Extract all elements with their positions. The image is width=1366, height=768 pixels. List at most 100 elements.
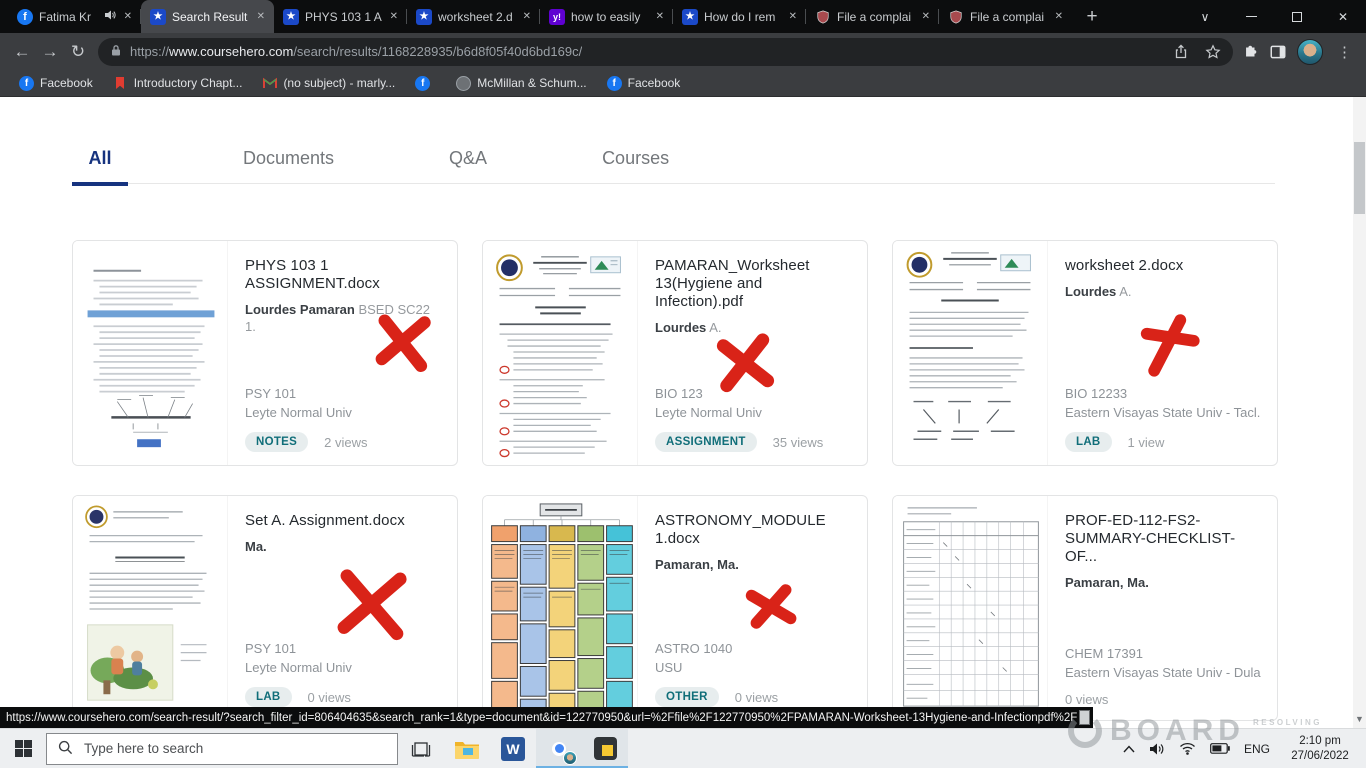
result-author: Ma.	[245, 539, 441, 556]
coursehero-icon: ★	[682, 9, 698, 25]
tab-close-icon[interactable]: ✕	[787, 9, 799, 24]
doc-type-badge: LAB	[1065, 432, 1112, 452]
tab-qa[interactable]: Q&A	[449, 139, 487, 185]
start-button[interactable]	[0, 729, 46, 768]
clock-time: 2:10 pm	[1284, 734, 1356, 749]
facebook-icon: f	[17, 9, 33, 25]
language-indicator[interactable]: ENG	[1244, 742, 1270, 756]
bookmark-mcmillan[interactable]: McMillan & Schum...	[447, 74, 595, 93]
browser-tab-facebook[interactable]: f Fatima Kr ✕	[8, 0, 141, 33]
result-title[interactable]: worksheet 2.docx	[1065, 257, 1261, 275]
result-title[interactable]: PROF-ED-112-FS2-SUMMARY-CHECKLIST-OF...	[1065, 512, 1261, 566]
result-school[interactable]: Eastern Visayas State Univ - Tacl...	[1065, 404, 1261, 423]
tab-audio-icon[interactable]	[104, 9, 116, 24]
tab-close-icon[interactable]: ✕	[521, 9, 533, 24]
result-course[interactable]: CHEM 17391	[1065, 645, 1261, 664]
tab-close-icon[interactable]: ✕	[388, 9, 400, 24]
search-filter-tabs: All Documents Q&A Courses	[72, 139, 1275, 184]
word-button[interactable]: W	[490, 729, 536, 768]
tab-close-icon[interactable]: ✕	[255, 9, 267, 24]
menu-kebab-icon[interactable]: ⋮	[1333, 43, 1356, 61]
result-title[interactable]: ASTRONOMY_MODULE 1.docx	[655, 512, 851, 548]
result-school[interactable]: USU	[655, 659, 851, 678]
browser-tab-complaint-2[interactable]: File a complai ✕	[939, 0, 1072, 33]
file-explorer-button[interactable]	[444, 729, 490, 768]
result-author: Pamaran, Ma.	[1065, 575, 1261, 592]
result-card[interactable]: PROF-ED-112-FS2-SUMMARY-CHECKLIST-OF... …	[892, 495, 1278, 721]
result-school[interactable]: Leyte Normal Univ	[655, 404, 851, 423]
task-view-button[interactable]	[398, 729, 444, 768]
tab-documents[interactable]: Documents	[243, 139, 334, 185]
result-title[interactable]: PAMARAN_Worksheet 13(Hygiene and Infecti…	[655, 257, 851, 311]
bookmark-star-icon[interactable]	[1205, 44, 1221, 60]
scrollbar-thumb[interactable]	[1354, 142, 1365, 214]
browser-tab-yahoo[interactable]: y! how to easily ✕	[540, 0, 673, 33]
tab-close-icon[interactable]: ✕	[1053, 9, 1065, 24]
reload-button[interactable]: ↻	[64, 38, 92, 66]
facebook-icon: f	[607, 76, 622, 91]
result-school[interactable]: Leyte Normal Univ	[245, 404, 441, 423]
word-icon: W	[501, 737, 525, 761]
forward-button[interactable]: →	[36, 38, 64, 66]
wifi-icon[interactable]	[1179, 742, 1196, 755]
result-school[interactable]: Eastern Visayas State Univ - Dulag	[1065, 664, 1261, 683]
chrome-button[interactable]	[536, 729, 582, 768]
bookmark-introductory[interactable]: Introductory Chapt...	[104, 74, 252, 93]
result-course[interactable]: BIO 12233	[1065, 385, 1261, 404]
profile-avatar[interactable]	[1297, 39, 1323, 65]
new-tab-button[interactable]: +	[1078, 3, 1106, 31]
bookmark-facebook-2[interactable]: f	[406, 74, 445, 93]
window-controls: ∨ ✕	[1182, 0, 1366, 33]
extensions-icon[interactable]	[1241, 43, 1259, 61]
side-panel-icon[interactable]	[1269, 43, 1287, 61]
search-results-grid: PHYS 103 1 ASSIGNMENT.docx Lourdes Pamar…	[72, 240, 1278, 721]
tab-courses[interactable]: Courses	[602, 139, 669, 185]
browser-tab-worksheet2[interactable]: ★ worksheet 2.d ✕	[407, 0, 540, 33]
result-course[interactable]: ASTRO 1040	[655, 640, 851, 659]
url-text: https://www.coursehero.com/search/result…	[130, 44, 582, 59]
result-card[interactable]: worksheet 2.docx Lourdes A. BIO 12233 Ea…	[892, 240, 1278, 466]
back-button[interactable]: ←	[8, 38, 36, 66]
tab-close-icon[interactable]: ✕	[654, 9, 666, 24]
tab-close-icon[interactable]: ✕	[920, 9, 932, 24]
browser-tab-phys103[interactable]: ★ PHYS 103 1 A ✕	[274, 0, 407, 33]
sticky-notes-button[interactable]	[582, 729, 628, 768]
document-thumbnail	[483, 241, 638, 465]
page-scrollbar[interactable]: ▼	[1353, 97, 1366, 728]
doc-type-badge: OTHER	[655, 687, 719, 707]
browser-tab-search-results[interactable]: ★ Search Result ✕	[141, 0, 274, 33]
battery-icon[interactable]	[1210, 743, 1230, 754]
view-count: 0 views	[735, 690, 778, 705]
window-chevron-icon[interactable]: ∨	[1182, 0, 1228, 33]
scrollbar-down-arrow-icon[interactable]: ▼	[1353, 714, 1366, 724]
browser-tab-complaint-1[interactable]: File a complai ✕	[806, 0, 939, 33]
result-title[interactable]: PHYS 103 1 ASSIGNMENT.docx	[245, 257, 441, 293]
taskbar-clock[interactable]: 2:10 pm 27/06/2022	[1284, 734, 1356, 764]
result-course[interactable]: PSY 101	[245, 640, 441, 659]
tab-close-icon[interactable]: ✕	[122, 9, 134, 24]
result-course[interactable]: PSY 101	[245, 385, 441, 404]
bookmark-facebook-3[interactable]: f Facebook	[598, 74, 690, 93]
result-course[interactable]: BIO 123	[655, 385, 851, 404]
volume-icon[interactable]	[1149, 742, 1165, 756]
tray-chevron-icon[interactable]	[1123, 745, 1135, 753]
result-card[interactable]: PAMARAN_Worksheet 13(Hygiene and Infecti…	[482, 240, 868, 466]
result-card[interactable]: Set A. Assignment.docx Ma. PSY 101 Leyte…	[72, 495, 458, 721]
facebook-icon: f	[415, 76, 430, 91]
result-title[interactable]: Set A. Assignment.docx	[245, 512, 441, 530]
address-bar[interactable]: https://www.coursehero.com/search/result…	[98, 38, 1233, 66]
close-window-button[interactable]: ✕	[1320, 0, 1366, 33]
bookmark-gmail[interactable]: (no subject) - marly...	[253, 74, 404, 93]
facebook-icon: f	[19, 76, 34, 91]
result-card[interactable]: ASTRONOMY_MODULE 1.docx Pamaran, Ma. AST…	[482, 495, 868, 721]
maximize-button[interactable]	[1274, 0, 1320, 33]
result-school[interactable]: Leyte Normal Univ	[245, 659, 441, 678]
bookmark-facebook-1[interactable]: f Facebook	[10, 74, 102, 93]
browser-tab-howdoi[interactable]: ★ How do I rem ✕	[673, 0, 806, 33]
tab-all[interactable]: All	[72, 139, 128, 185]
share-icon[interactable]	[1173, 44, 1189, 60]
result-card[interactable]: PHYS 103 1 ASSIGNMENT.docx Lourdes Pamar…	[72, 240, 458, 466]
taskbar-search-input[interactable]: Type here to search	[46, 733, 398, 765]
bookmarks-bar: f Facebook Introductory Chapt... (no sub…	[0, 70, 1366, 97]
minimize-button[interactable]	[1228, 0, 1274, 33]
